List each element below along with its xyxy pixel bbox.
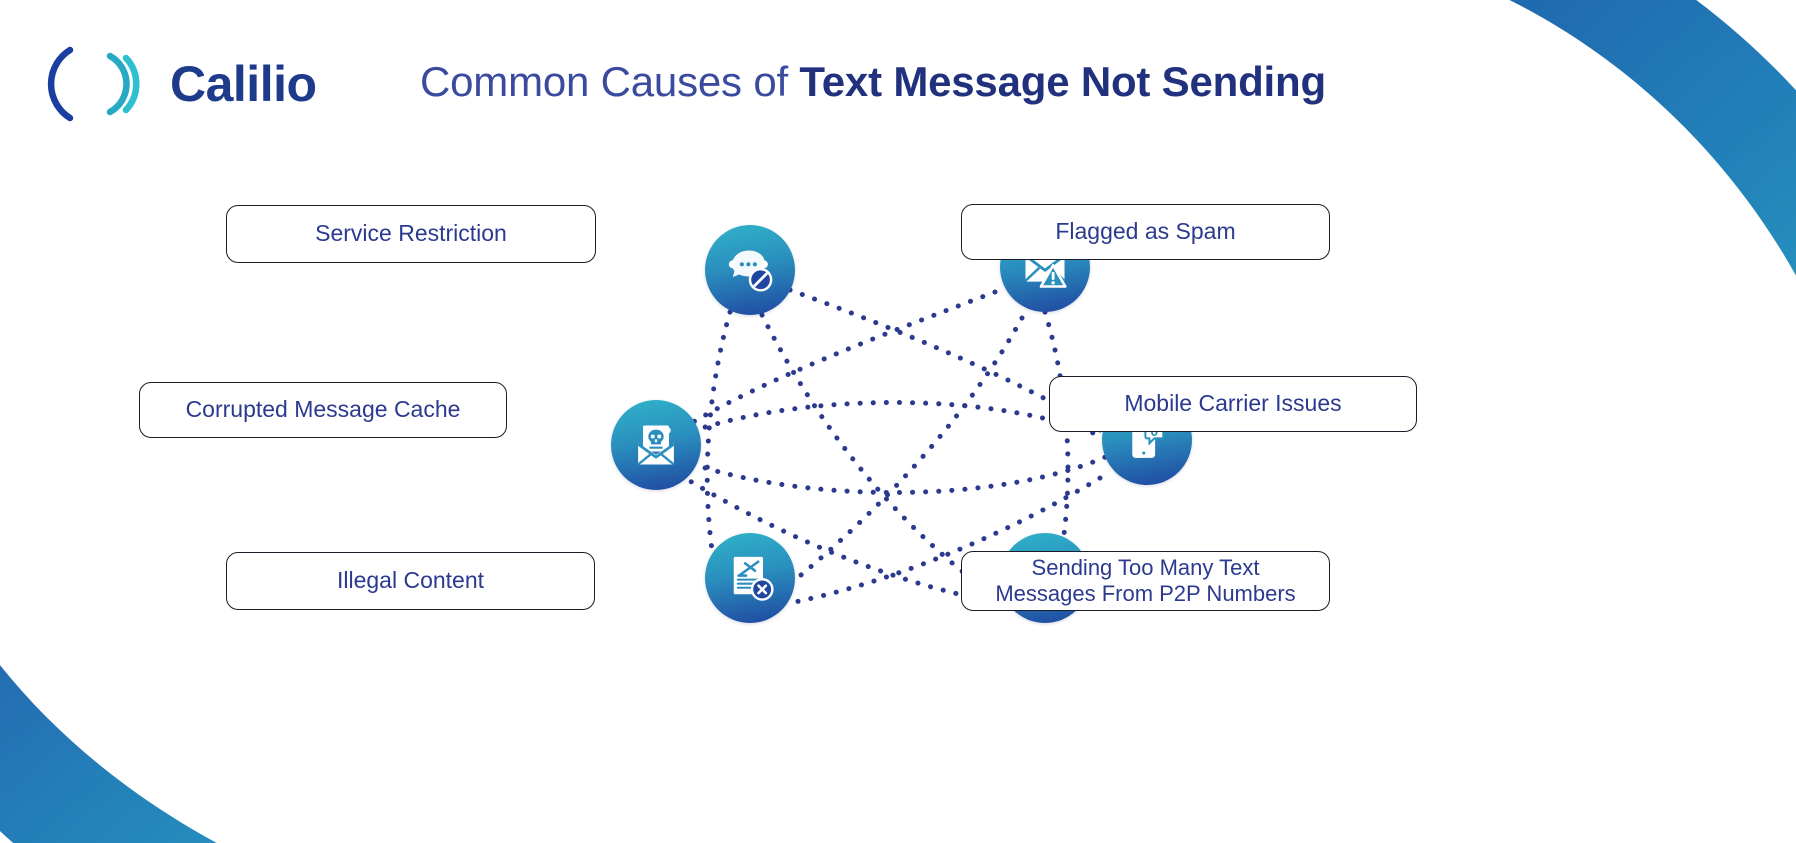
infographic-canvas: Calilio Common Causes of Text Message No… [0, 0, 1796, 843]
label-flagged-as-spam[interactable]: Flagged as Spam [961, 204, 1330, 260]
label-line-1: Sending Too Many Text [1031, 555, 1260, 581]
envelope-malware-skull-icon [637, 425, 675, 466]
label-illegal-content[interactable]: Illegal Content [226, 552, 595, 610]
label-text: Illegal Content [336, 567, 485, 594]
label-service-restriction[interactable]: Service Restriction [226, 205, 596, 263]
label-text: Service Restriction [315, 220, 507, 247]
causes-diagram: Service Restriction Flagged as Spam Corr… [0, 0, 1796, 843]
label-mobile-carrier-issues[interactable]: Mobile Carrier Issues [1049, 376, 1417, 432]
node-icon-corrupted-message-cache[interactable] [611, 400, 701, 490]
label-corrupted-message-cache[interactable]: Corrupted Message Cache [139, 382, 507, 438]
label-too-many-p2p-messages[interactable]: Sending Too Many Text Messages From P2P … [961, 551, 1330, 611]
label-text: Corrupted Message Cache [185, 396, 461, 423]
node-icon-illegal-content[interactable] [705, 533, 795, 623]
chat-bubble-blocked-icon [728, 250, 773, 292]
label-line-2: Messages From P2P Numbers [995, 581, 1296, 606]
document-gavel-blocked-icon [733, 556, 774, 601]
label-text: Mobile Carrier Issues [1124, 390, 1342, 417]
label-text: Flagged as Spam [1055, 218, 1236, 245]
label-text: Sending Too Many Text Messages From P2P … [995, 555, 1295, 607]
node-icon-service-restriction[interactable] [705, 225, 795, 315]
